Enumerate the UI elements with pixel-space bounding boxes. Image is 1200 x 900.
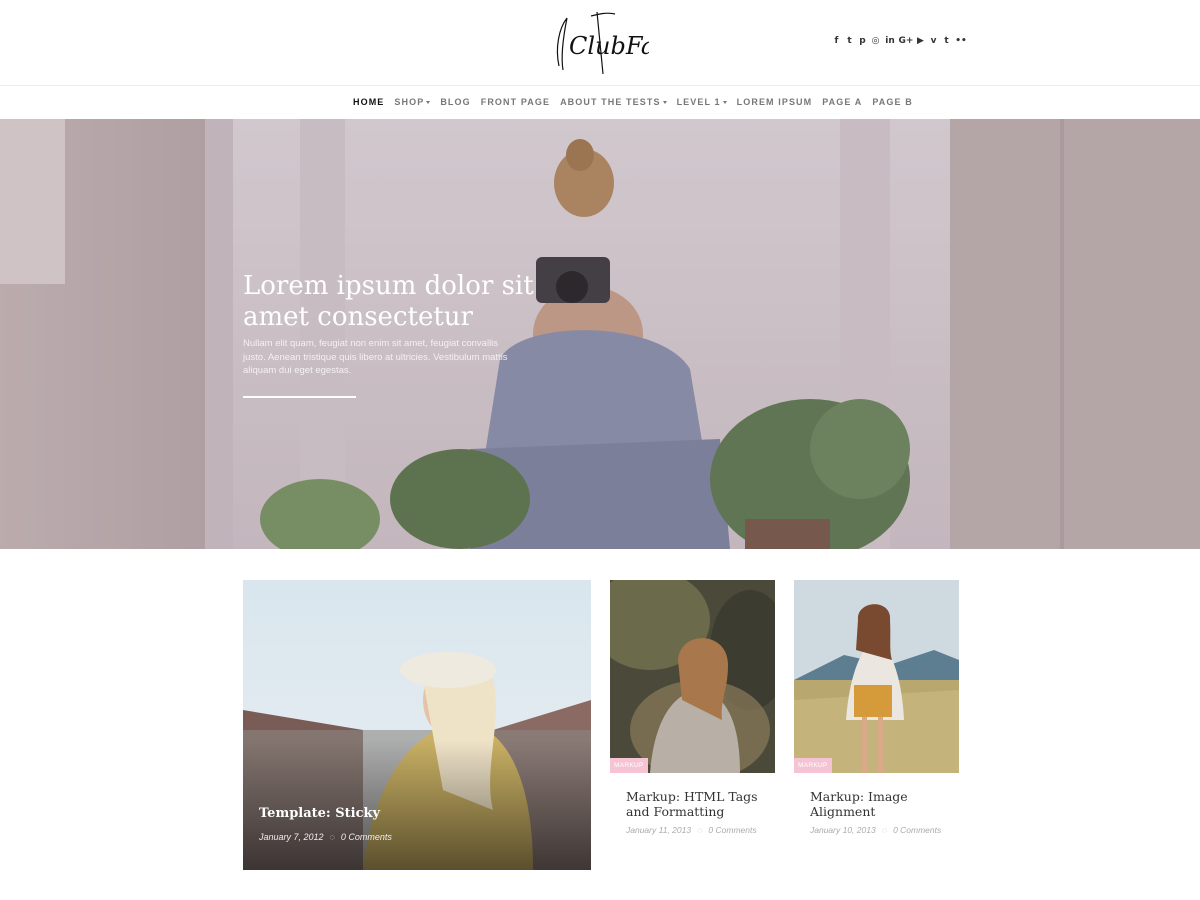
post-image: [794, 580, 959, 773]
vimeo-icon[interactable]: v: [929, 34, 938, 48]
nav-item-label: PAGE B: [872, 97, 913, 107]
nav-item-label: FRONT PAGE: [480, 97, 551, 107]
featured-post-image: [243, 580, 591, 870]
nav-list: HOME SHOP BLOG FRONT PAGE ABOUT THE TESTS LEV…: [353, 97, 923, 107]
flickr-icon[interactable]: ••: [955, 34, 967, 48]
post-card[interactable]: MARKUP Markup: HTML Tags and Formatting …: [610, 580, 775, 835]
category-badge[interactable]: MARKUP: [794, 758, 832, 773]
logo-text: ClubFashion: [569, 32, 649, 60]
social-links: f t p ◎ in G+ ▶ v t ••: [832, 34, 967, 48]
facebook-icon[interactable]: f: [832, 34, 841, 48]
comment-icon: ◌: [881, 825, 888, 835]
chevron-down-icon: [426, 100, 431, 104]
nav-item-label: SHOP: [394, 97, 425, 107]
logo-signature: ClubFashion: [556, 11, 721, 75]
post-date: January 7, 2012: [259, 832, 324, 842]
post-comments[interactable]: 0 Comments: [341, 832, 392, 842]
nav-item-shop[interactable]: SHOP: [394, 97, 431, 107]
twitter-icon[interactable]: t: [845, 34, 854, 48]
nav-item-label: LEVEL 1: [676, 97, 721, 107]
chevron-down-icon: [722, 100, 727, 104]
nav-item-level-1[interactable]: LEVEL 1: [677, 97, 727, 107]
post-title[interactable]: Markup: Image Alignment: [794, 789, 944, 819]
featured-post-title[interactable]: Template: Sticky: [259, 806, 380, 821]
nav-item-page-b[interactable]: PAGE B: [872, 97, 912, 107]
hero-title: Lorem ipsum dolor sit amet consectetur: [243, 271, 534, 332]
hero-text: Nullam elit quam, feugiat non enim sit a…: [243, 338, 508, 376]
post-thumbnail[interactable]: MARKUP: [610, 580, 775, 773]
post-date: January 11, 2013: [626, 825, 692, 835]
comment-icon: ◌: [329, 832, 335, 842]
site-logo[interactable]: ClubFashion: [553, 8, 721, 78]
featured-post[interactable]: Template: Sticky January 7, 2012 ◌ 0 Com…: [243, 580, 591, 870]
google-plus-icon[interactable]: G+: [899, 34, 914, 48]
site-header: ClubFashion ftp◎inG+▶vt••: [0, 0, 1200, 86]
post-meta: January 11, 2013 ◌ 0 Comments: [610, 825, 775, 835]
nav-item-lorem-ipsum[interactable]: LOREM IPSUM: [737, 97, 813, 107]
linkedin-icon[interactable]: in: [884, 34, 896, 48]
nav-item-label: LOREM IPSUM: [736, 97, 813, 107]
main-nav: HOME SHOP BLOG FRONT PAGE ABOUT THE TESTS LEV…: [0, 86, 1200, 119]
post-title[interactable]: Markup: HTML Tags and Formatting: [610, 789, 760, 819]
featured-post-meta: January 7, 2012 ◌ 0 Comments: [259, 832, 392, 842]
youtube-icon[interactable]: ▶: [916, 34, 925, 48]
comment-icon: ◌: [697, 825, 703, 835]
hero-image: [0, 119, 1200, 549]
nav-item-blog[interactable]: BLOG: [440, 97, 470, 107]
tumblr-icon[interactable]: t: [942, 34, 951, 48]
nav-item-label: PAGE A: [822, 97, 863, 107]
post-date: January 10, 2013: [810, 825, 876, 835]
pinterest-icon[interactable]: p: [858, 34, 867, 48]
category-badge[interactable]: MARKUP: [610, 758, 648, 773]
nav-item-label: BLOG: [440, 97, 471, 107]
post-comments[interactable]: 0 Comments: [708, 825, 756, 835]
instagram-icon[interactable]: ◎: [871, 34, 880, 48]
post-card[interactable]: MARKUP Markup: Image Alignment January 1…: [794, 580, 959, 835]
hero-slider: Lorem ipsum dolor sit amet consectetur N…: [0, 119, 1200, 549]
post-comments[interactable]: 0 Comments: [893, 825, 941, 835]
post-thumbnail[interactable]: MARKUP: [794, 580, 959, 773]
nav-item-about-the-tests[interactable]: ABOUT THE TESTS: [560, 97, 667, 107]
chevron-down-icon: [662, 100, 667, 104]
nav-item-page-a[interactable]: PAGE A: [822, 97, 862, 107]
nav-item-label: ABOUT THE TESTS: [560, 97, 661, 107]
nav-item-front-page[interactable]: FRONT PAGE: [481, 97, 550, 107]
post-image: [610, 580, 775, 773]
nav-item-label: HOME: [353, 97, 385, 107]
nav-item-home[interactable]: HOME: [353, 97, 384, 107]
hero-divider: [243, 396, 356, 398]
post-meta: January 10, 2013 ◌ 0 Comments: [794, 825, 959, 835]
